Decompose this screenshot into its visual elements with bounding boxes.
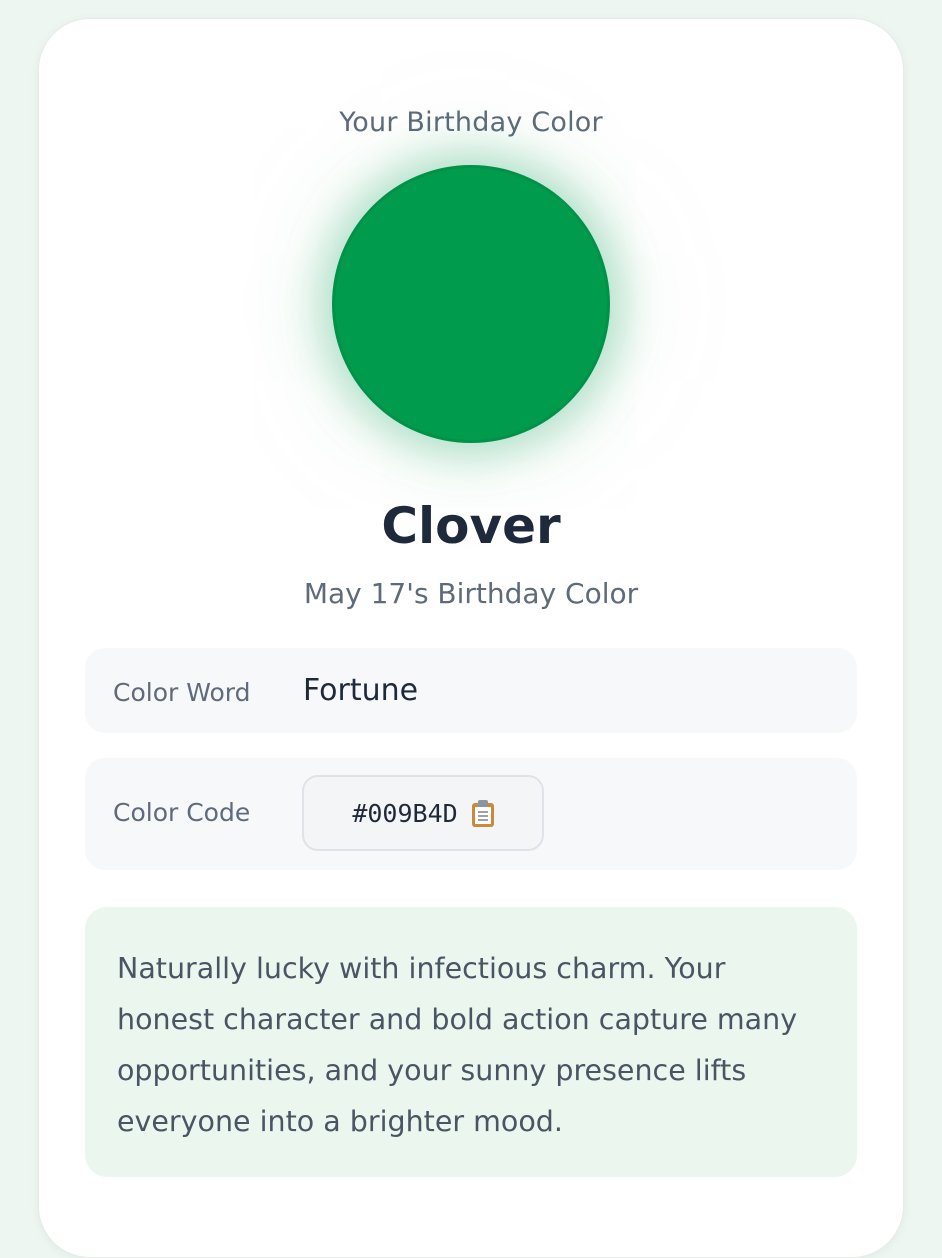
clipboard-icon — [471, 799, 494, 827]
color-code-label: Color Code — [113, 798, 251, 827]
color-name: Clover — [381, 497, 561, 555]
description-text: Naturally lucky with infectious charm. Y… — [117, 952, 798, 1138]
birthday-date-line: May 17's Birthday Color — [303, 577, 639, 610]
color-word-row: Color Word Fortune — [85, 648, 857, 733]
color-code-value: #009B4D — [352, 798, 458, 828]
color-code-row: Color Code #009B4D — [85, 758, 857, 870]
color-word-label: Color Word — [113, 678, 251, 707]
color-word-value: Fortune — [303, 673, 419, 708]
description-box: Naturally lucky with infectious charm. Y… — [85, 907, 857, 1177]
color-swatch — [332, 165, 610, 443]
card-subtitle: Your Birthday Color — [339, 107, 603, 138]
copy-color-code-button[interactable]: #009B4D — [302, 775, 544, 851]
birthday-color-card: Your Birthday Color Clover May 17's Birt… — [38, 18, 904, 1258]
